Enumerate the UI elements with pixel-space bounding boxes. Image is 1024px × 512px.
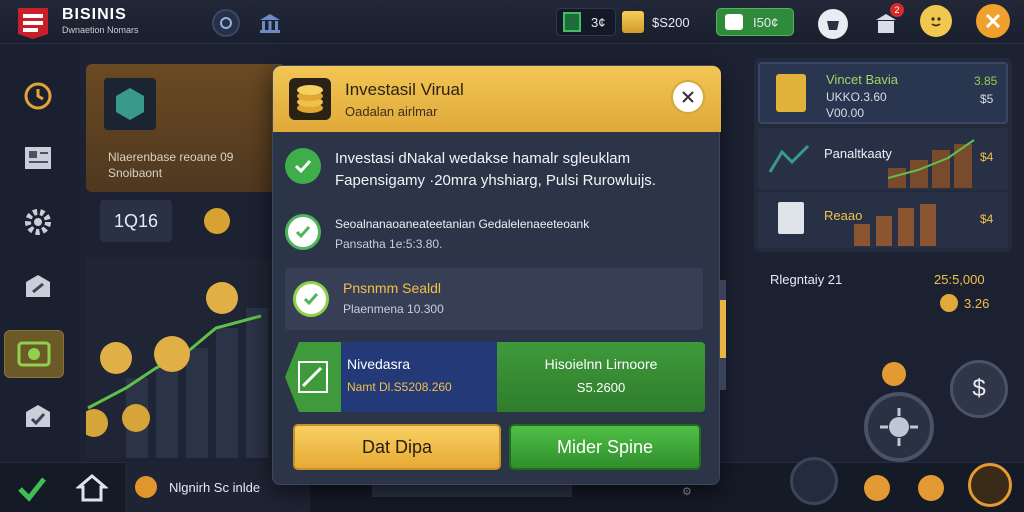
compare-panel: Nivedasra Namt Dl.S5208.260 Hisoielnn Li…: [285, 342, 705, 412]
close-game-icon[interactable]: [976, 4, 1010, 38]
info-row-1-line1: Investasi dNakal wedakse hamalr sgleukla…: [335, 150, 631, 167]
cash-counter[interactable]: I50¢: [716, 8, 794, 36]
modal-scroll-thumb[interactable]: [720, 300, 726, 358]
balance-sub-value: 3.26: [964, 296, 990, 311]
bottom-ticket-icon[interactable]: [864, 475, 890, 501]
cube-icon: [104, 78, 156, 130]
modal-subtitle: Oadalan airlmar: [345, 104, 438, 119]
dollar-action-icon[interactable]: $: [950, 360, 1008, 418]
approved-check-icon: [293, 281, 329, 317]
profile-avatar-icon[interactable]: [920, 5, 952, 37]
stock-row-2-title: Panaltkaaty: [824, 146, 892, 161]
home-icon[interactable]: [74, 473, 110, 503]
balance-label: Rlegntaiy 21: [770, 272, 843, 287]
check-circle-icon: [285, 148, 321, 184]
chart-mini-icon: [768, 144, 810, 173]
bottom-scroll-icon[interactable]: [790, 457, 838, 505]
counter-value: 1Q16: [113, 210, 159, 231]
joystick-icon[interactable]: [864, 392, 934, 462]
investment-modal: Investasil Virual Oadalan airlmar Invest…: [272, 65, 721, 485]
highlight-card: Pnsnmm Sealdl Plaenmena 10.300: [285, 268, 703, 330]
stock-row-3-value: $4: [980, 212, 994, 226]
card-text-1: Nlaerenbase reoane 09: [108, 150, 234, 164]
confirm-button[interactable]: Mider Spine: [509, 424, 701, 470]
background-chart: [80, 258, 276, 458]
info-row-2: Seoalnanaoaneateetanian Gedalelenaeeteoa…: [285, 214, 705, 254]
compare-right-title: Hisoielnn Lirnoore: [544, 356, 658, 372]
news-icon[interactable]: [18, 138, 58, 178]
modal-header: Investasil Virual Oadalan airlmar: [273, 66, 721, 132]
shop-icon[interactable]: [818, 9, 848, 39]
compare-right: Hisoielnn Lirnoore S5.2600: [497, 342, 705, 412]
info-row-1: Investasi dNakal wedakse hamalr sgleukla…: [285, 148, 705, 192]
sidebar: [0, 44, 80, 462]
energy-icon: [563, 12, 581, 32]
stock-row-2-value: $4: [980, 150, 994, 164]
arrow-badge-icon: [285, 342, 341, 412]
info-row-2-line1: Seoalnanaoaneateetanian Gedalelenaeeteoa…: [335, 217, 590, 231]
bank-icon[interactable]: [256, 9, 284, 37]
modal-title: Investasil Virual: [345, 80, 464, 99]
compare-left-title: Nivedasra: [347, 356, 411, 372]
cash-value: I50¢: [753, 14, 779, 30]
shield-badge-icon[interactable]: [18, 396, 58, 436]
coin-stack-icon: [289, 78, 331, 120]
bottom-star-icon[interactable]: [918, 475, 944, 501]
right-panel: Vincet Bavia UKKO.3.60 V00.00 3.85 $5 Pa…: [754, 58, 1012, 252]
stock-row-1-sub2: V00.00: [826, 106, 865, 120]
checkmark-icon[interactable]: [16, 473, 48, 505]
close-modal-button[interactable]: [671, 80, 705, 114]
info-row-1-line2: Fapensigamy ·20mra yhshiarg, Pulsi Rurow…: [335, 172, 656, 189]
stock-row-1-value2: $5: [980, 92, 994, 106]
notification-badge: 2: [890, 3, 904, 17]
gold-counter[interactable]: $S200: [622, 8, 704, 36]
top-bar: BISINIS Dwnaetion Nomars 3¢ $S200 I50¢ 2: [0, 0, 1024, 44]
stock-avatar-icon: [776, 74, 806, 112]
stock-row-1[interactable]: Vincet Bavia UKKO.3.60 V00.00 3.85 $5: [758, 62, 1008, 124]
logo-icon: [14, 4, 52, 40]
gold-value: $S200: [652, 14, 690, 30]
invest-tab-icon[interactable]: [4, 330, 64, 378]
bottom-small-icon: ⚙: [682, 486, 692, 498]
cash-icon: [725, 14, 743, 30]
close-icon: [682, 91, 694, 103]
info-row-2-line2: Pansatha 1e:5:3.80.: [335, 237, 443, 251]
card-text-2: Snoibaont: [108, 166, 163, 180]
compare-right-value: S5.2600: [576, 380, 626, 395]
background-card: Nlaerenbase reoane 09 Snoibaont: [86, 64, 286, 192]
ticker-coin-icon: [135, 476, 157, 498]
compare-left-value: Namt Dl.S5208.260: [347, 380, 452, 394]
balance-coin-icon: [940, 294, 958, 312]
balance-panel: Rlegntaiy 21 25:5,000 3.26 $: [754, 262, 1012, 462]
settings-gear-icon[interactable]: [18, 202, 58, 242]
bottom-box-icon[interactable]: [968, 463, 1012, 507]
energy-value: 3¢: [591, 14, 606, 30]
gold-bar-icon: [622, 11, 644, 33]
store-icon[interactable]: 2: [872, 3, 904, 37]
stock-row-2[interactable]: Panaltkaaty $4: [758, 128, 1008, 190]
cancel-button[interactable]: Dat Dipa: [293, 424, 501, 470]
energy-counter[interactable]: 3¢: [556, 8, 616, 36]
ticker-text: Nlgnirh Sc inlde: [169, 479, 261, 495]
app-subtitle: Dwnaetion Nomars: [62, 25, 139, 35]
stock-row-3[interactable]: Reaao $4: [758, 192, 1008, 248]
document-icon: [778, 202, 804, 234]
refresh-icon[interactable]: [212, 9, 240, 37]
counter-box: 1Q16: [100, 200, 172, 242]
app-title: BISINIS: [62, 6, 127, 23]
shield-check-icon: [285, 214, 321, 250]
coin-icon: [204, 208, 230, 234]
stock-row-1-sub: UKKO.3.60: [826, 90, 887, 104]
stock-row-1-title: Vincet Bavia: [826, 72, 899, 87]
clock-icon[interactable]: [18, 76, 58, 116]
small-coin-icon[interactable]: [882, 362, 906, 386]
highlight-sub: Plaenmena 10.300: [343, 302, 444, 316]
highlight-title: Pnsnmm Sealdl: [343, 280, 442, 296]
portfolio-icon[interactable]: [18, 266, 58, 306]
balance-value: 25:5,000: [934, 272, 985, 287]
stock-row-1-value: 3.85: [974, 74, 998, 88]
